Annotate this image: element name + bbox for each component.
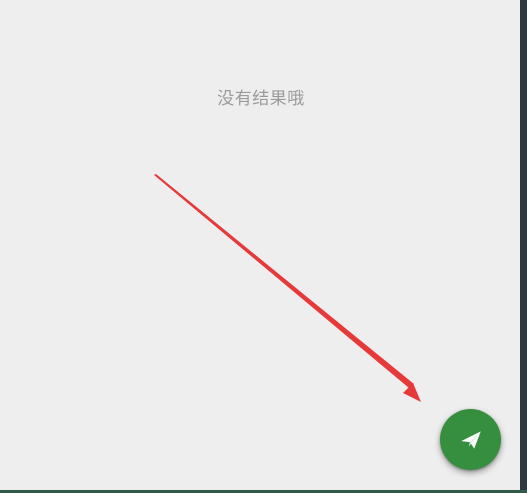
window-right-edge <box>520 0 527 493</box>
send-icon <box>460 430 481 449</box>
app-screen: 没有结果哦 <box>0 0 520 490</box>
send-fab-button[interactable] <box>440 409 501 470</box>
empty-state-message: 没有结果哦 <box>217 89 305 109</box>
annotation-arrow-head <box>403 383 421 402</box>
annotation-arrow-line <box>154 174 414 388</box>
annotation-arrow <box>154 174 421 402</box>
